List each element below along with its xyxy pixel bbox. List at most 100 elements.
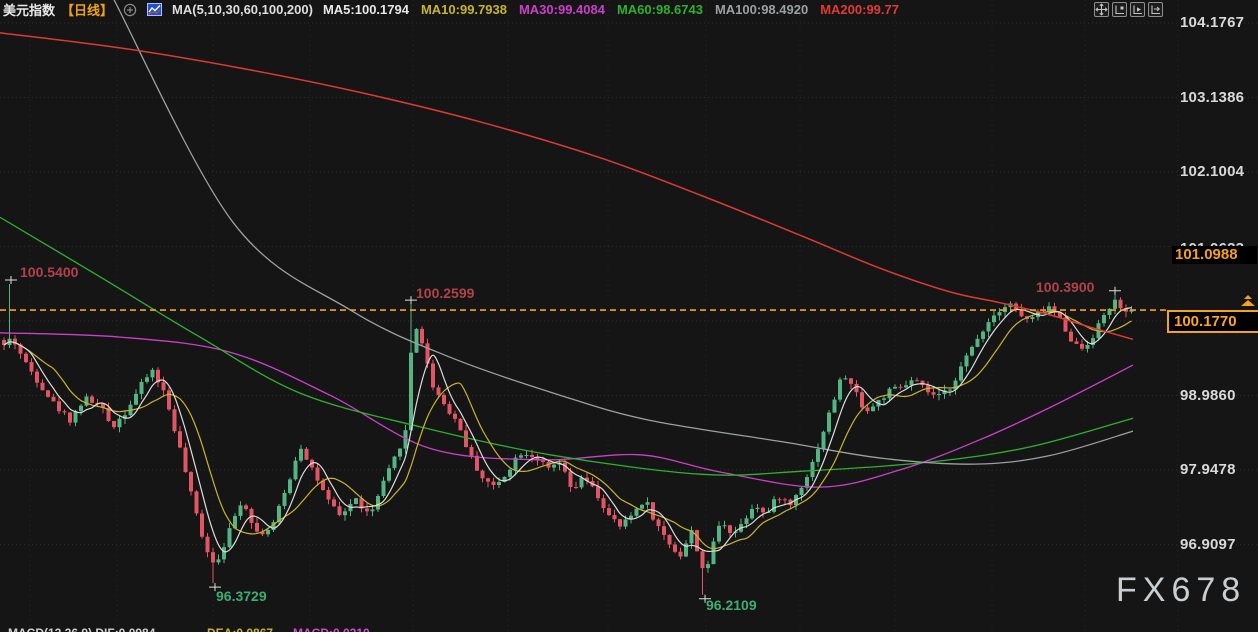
ma-legend-value-ma30: MA30:99.4084 [519, 2, 605, 17]
candle-body [393, 457, 397, 469]
candle-body [712, 542, 716, 565]
ma200-line [0, 33, 1133, 339]
candle-body [662, 526, 666, 535]
candle-body [112, 421, 116, 427]
indicator-chart-icon[interactable] [147, 3, 162, 16]
marked-price-badge: 101.0988 [1172, 246, 1257, 264]
candle-body [420, 329, 424, 343]
candle-body [921, 381, 925, 385]
candle-body [904, 385, 908, 387]
axis-tick-label: 104.1767 [1180, 14, 1258, 31]
ma-values-row: MA5:100.1794MA10:99.7938MA30:99.4084MA60… [323, 2, 899, 17]
candle-body [140, 382, 144, 394]
candle-body [475, 456, 479, 471]
candle-body [387, 468, 391, 481]
candle-body [448, 404, 452, 414]
candle-body [239, 505, 243, 516]
candle-body [844, 378, 848, 379]
candle-body [327, 490, 331, 500]
candle-body [745, 518, 749, 524]
candle-body [343, 511, 347, 515]
chart-legend: 美元指数【日线】 MA(5,10,30,60,100,200) MA5:100.… [3, 1, 899, 18]
candle-body [706, 564, 710, 568]
candle-body [244, 505, 248, 509]
candle-body [1069, 332, 1073, 342]
candle-body [750, 509, 754, 518]
candle-body [657, 520, 661, 527]
candle-body [866, 408, 870, 412]
ma-legend-value-ma100: MA100:98.4920 [715, 2, 808, 17]
candle-body [937, 394, 941, 395]
candle-body [200, 514, 204, 537]
low-price-annotation: 96.2109 [706, 597, 757, 613]
candle-body [173, 409, 177, 431]
candle-body [1080, 344, 1084, 349]
candle-body [90, 397, 94, 403]
candle-body [948, 390, 952, 391]
ma-legend-value-ma60: MA60:98.6743 [617, 2, 703, 17]
panel-corner-icon[interactable] [1112, 2, 1127, 17]
candle-body [987, 322, 991, 331]
candle-body [79, 406, 83, 411]
candle-body [1086, 345, 1090, 349]
candle-body [816, 449, 820, 462]
candle-body [288, 479, 292, 493]
candle-body [24, 354, 28, 362]
candle-body [453, 414, 457, 419]
candle-body [783, 499, 787, 500]
candle-body [574, 487, 578, 488]
candle-body [965, 356, 969, 367]
candle-body [222, 547, 226, 559]
expand-plus-icon[interactable] [123, 3, 137, 17]
candle-body [635, 509, 639, 516]
candle-body [778, 499, 782, 500]
ma-legend-value-ma200: MA200:99.77 [820, 2, 899, 17]
candle-body [613, 515, 617, 519]
candle-body [673, 545, 677, 552]
panel-play-icon[interactable] [1130, 2, 1145, 17]
candle-body [701, 551, 705, 568]
candle-body [624, 519, 628, 526]
candle-body [63, 411, 67, 412]
candle-body [167, 390, 171, 409]
candle-body [189, 472, 193, 491]
panel-shift-icon[interactable] [1148, 2, 1163, 17]
candle-body [728, 525, 732, 533]
high-marker-icon [1109, 287, 1121, 295]
candle-body [178, 431, 182, 447]
candle-body [998, 312, 1002, 315]
candle-body [74, 411, 78, 423]
candle-body [382, 481, 386, 496]
candle-body [134, 394, 138, 405]
axis-tick-label: 102.1004 [1180, 163, 1258, 180]
candle-body [530, 455, 534, 457]
candle-body [217, 559, 221, 562]
candle-body [888, 389, 892, 399]
instrument-title: 美元指数 [3, 0, 55, 19]
ma-legend-value-ma10: MA10:99.7938 [421, 2, 507, 17]
candle-body [525, 455, 529, 456]
candle-body [827, 413, 831, 432]
chart-canvas[interactable] [0, 0, 1258, 632]
candle-body [761, 508, 765, 513]
high-marker-icon [5, 276, 17, 284]
candle-body [57, 401, 61, 411]
candle-body [860, 392, 864, 407]
candle-body [602, 498, 606, 508]
move-icon[interactable] [1094, 2, 1109, 17]
candle-body [481, 471, 485, 479]
sub-indicator-legend-segment: MACD:0.0210 [293, 627, 370, 632]
candle-body [772, 499, 776, 512]
candle-body [596, 486, 600, 498]
candle-body [899, 387, 903, 388]
candle-body [756, 508, 760, 509]
ma60-line [0, 217, 1133, 475]
axis-tick-label: 96.9097 [1180, 536, 1258, 553]
candle-body [442, 395, 446, 404]
candle-body [35, 372, 39, 383]
candle-body [255, 523, 259, 532]
candle-body [552, 465, 556, 468]
candle-body [618, 519, 622, 526]
candle-body [316, 468, 320, 481]
candle-body [211, 552, 215, 562]
